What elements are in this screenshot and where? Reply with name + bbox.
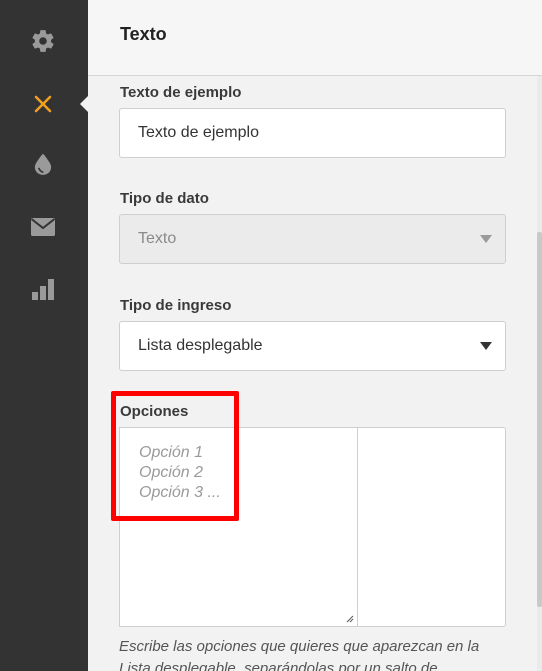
sidebar (0, 0, 89, 671)
scrollbar[interactable] (537, 76, 542, 671)
panel-header: Texto (88, 0, 542, 76)
resize-handle-icon[interactable] (345, 614, 354, 623)
highlight-box (111, 391, 239, 521)
input-type-value: Lista desplegable (138, 337, 263, 354)
bar-chart-icon[interactable] (28, 274, 58, 304)
gear-icon[interactable] (28, 26, 58, 56)
options-help-text: Escribe las opciones que quieres que apa… (119, 638, 480, 671)
options-preview-box (358, 427, 506, 627)
data-type-value: Texto (138, 230, 177, 247)
drop-icon[interactable] (28, 149, 58, 179)
data-type-select: Texto (119, 214, 506, 264)
chevron-down-icon (480, 235, 492, 243)
close-icon[interactable] (28, 89, 58, 119)
example-text-label: Texto de ejemplo (120, 84, 242, 101)
example-text-input[interactable] (119, 108, 506, 158)
input-type-label: Tipo de ingreso (120, 297, 232, 314)
chevron-down-icon[interactable] (480, 342, 492, 350)
input-type-select[interactable]: Lista desplegable (119, 321, 506, 371)
settings-panel: Texto Texto de ejemplo Tipo de dato Text… (88, 0, 542, 671)
panel-title: Texto (120, 24, 167, 44)
scrollbar-thumb[interactable] (537, 232, 542, 607)
data-type-label: Tipo de dato (120, 190, 209, 207)
mail-icon[interactable] (28, 212, 58, 242)
